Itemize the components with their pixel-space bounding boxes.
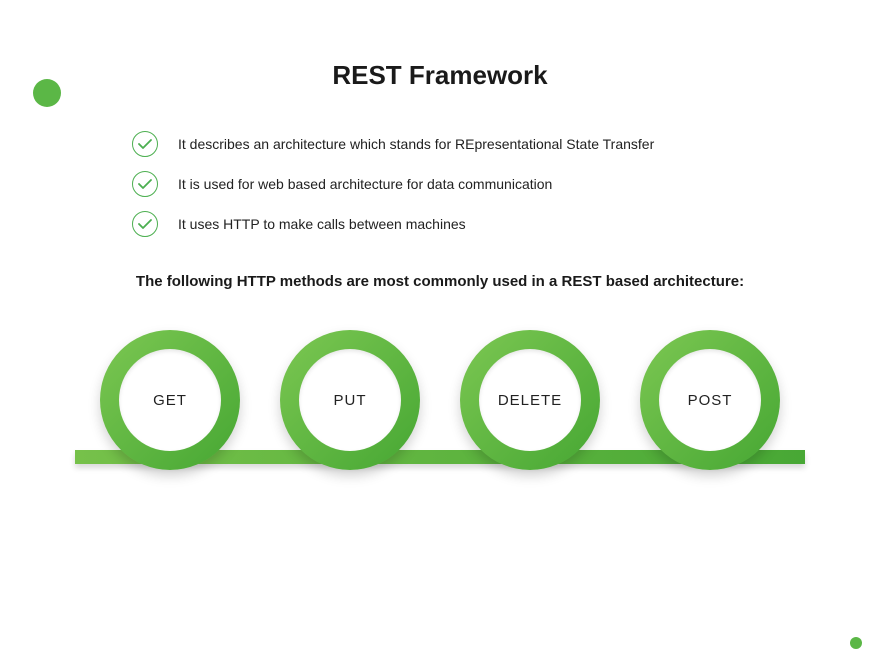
- bullet-text: It is used for web based architecture fo…: [178, 176, 552, 192]
- method-rings: GET PUT DELETE POST: [0, 330, 880, 470]
- check-icon: [132, 211, 158, 237]
- bullet-text: It uses HTTP to make calls between machi…: [178, 216, 466, 232]
- bullet-list: It describes an architecture which stand…: [132, 131, 880, 237]
- method-ring-put: PUT: [280, 330, 420, 470]
- bullet-item: It uses HTTP to make calls between machi…: [132, 211, 880, 237]
- page-title: REST Framework: [0, 60, 880, 91]
- subheading: The following HTTP methods are most comm…: [0, 273, 880, 290]
- method-label: GET: [153, 392, 187, 409]
- http-methods-diagram: GET PUT DELETE POST: [0, 330, 880, 505]
- method-ring-delete: DELETE: [460, 330, 600, 470]
- bullet-item: It describes an architecture which stand…: [132, 131, 880, 157]
- ring-inner: DELETE: [479, 349, 581, 451]
- check-icon: [132, 131, 158, 157]
- bullet-item: It is used for web based architecture fo…: [132, 171, 880, 197]
- decorative-dot-bottom-right: [850, 637, 862, 649]
- ring-inner: POST: [659, 349, 761, 451]
- check-icon: [132, 171, 158, 197]
- method-label: POST: [688, 392, 733, 409]
- ring-inner: GET: [119, 349, 221, 451]
- method-ring-post: POST: [640, 330, 780, 470]
- method-label: DELETE: [498, 392, 562, 409]
- decorative-dot-top-left: [33, 79, 61, 107]
- bullet-text: It describes an architecture which stand…: [178, 136, 654, 152]
- ring-inner: PUT: [299, 349, 401, 451]
- method-label: PUT: [334, 392, 367, 409]
- method-ring-get: GET: [100, 330, 240, 470]
